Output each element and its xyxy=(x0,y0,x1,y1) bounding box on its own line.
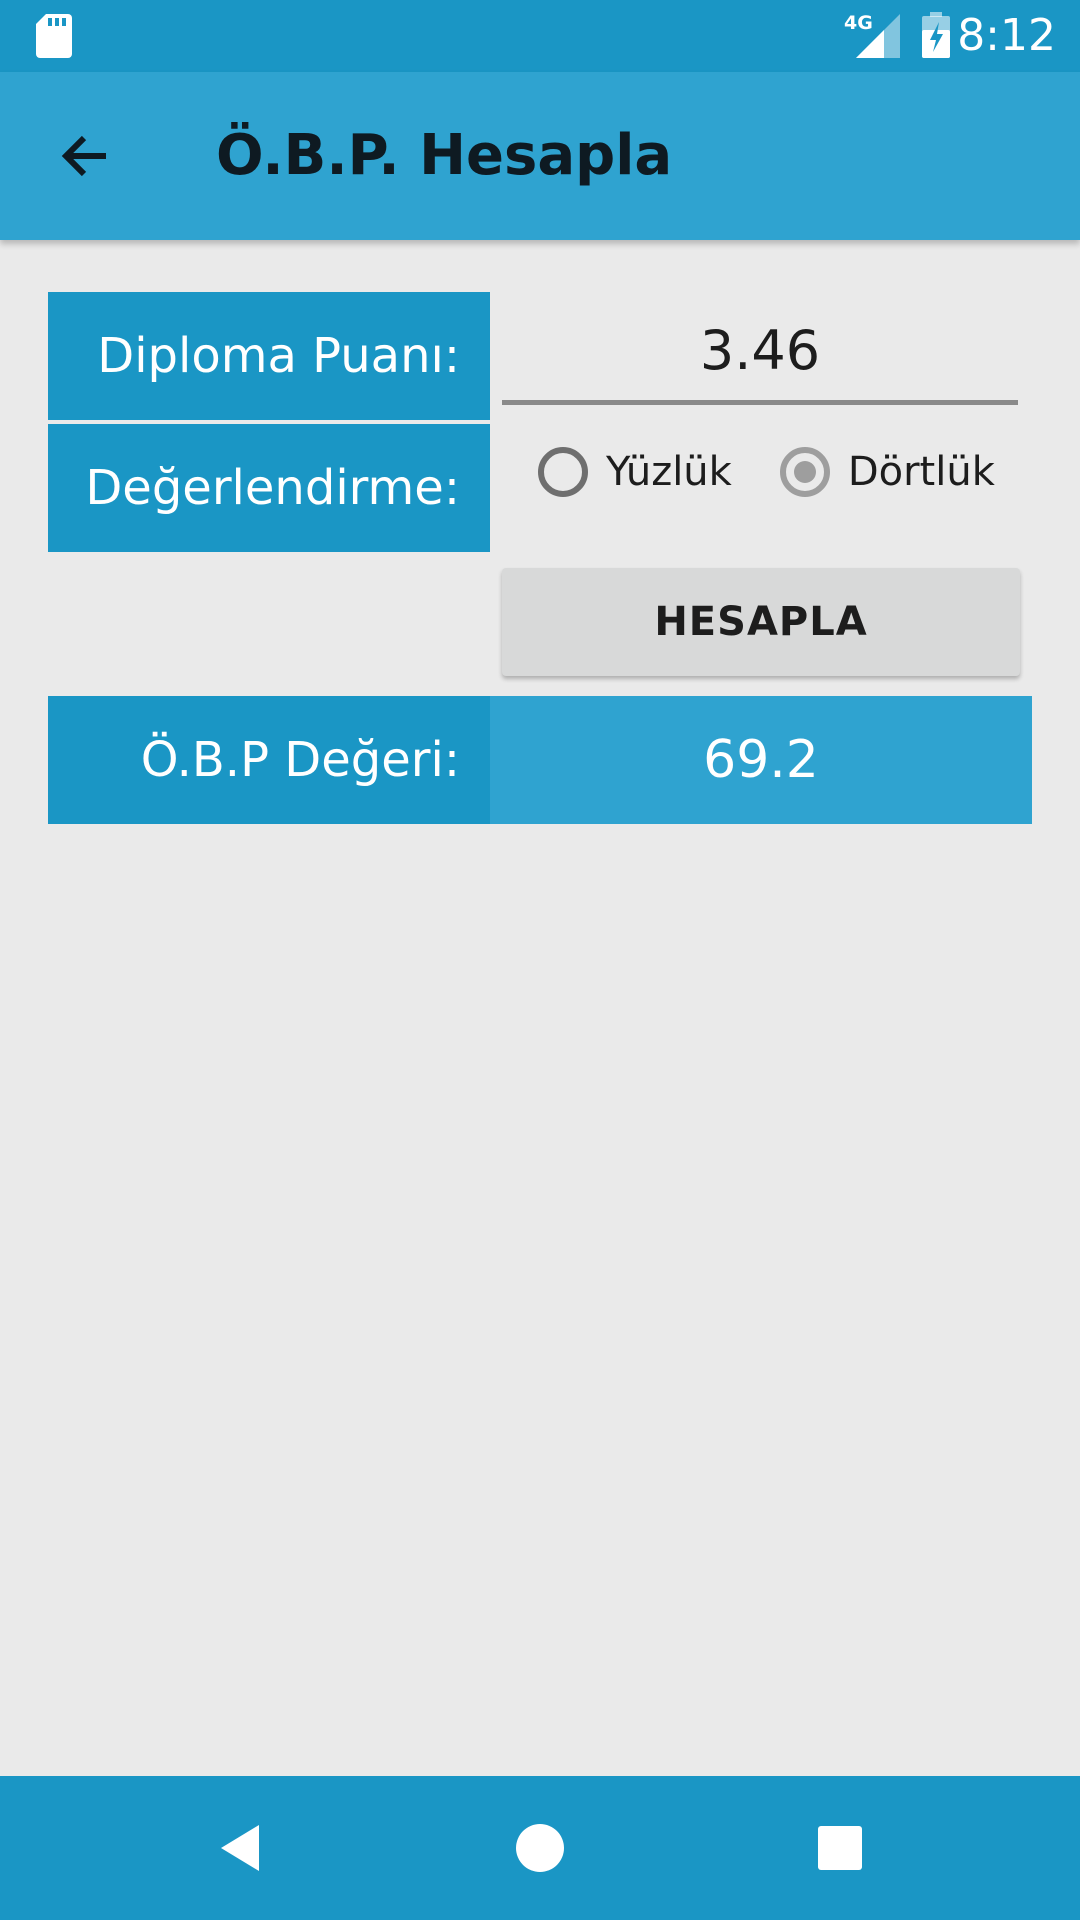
radio-unchecked-icon[interactable] xyxy=(538,447,588,497)
status-bar: 4G 8:12 xyxy=(0,0,1080,72)
result-label: Ö.B.P Değeri: xyxy=(48,696,490,824)
sd-card-icon xyxy=(36,14,72,58)
nav-back-icon xyxy=(221,1825,259,1871)
radio-option-yuzluk[interactable]: Yüzlük xyxy=(538,447,732,497)
radio-option-dortluk[interactable]: Dörtlük xyxy=(779,447,995,497)
diploma-score-input[interactable] xyxy=(502,300,1018,405)
diploma-label: Diploma Puanı: xyxy=(48,292,490,420)
radio-label-yuzluk: Yüzlük xyxy=(606,449,732,495)
nav-back-button[interactable] xyxy=(190,1798,290,1898)
nav-recents-button[interactable] xyxy=(790,1798,890,1898)
page-title: Ö.B.P. Hesapla xyxy=(216,123,673,188)
nav-recents-icon xyxy=(818,1826,862,1870)
arrow-back-icon xyxy=(61,135,106,177)
result-value: 69.2 xyxy=(490,696,1032,824)
battery-charging-icon xyxy=(922,12,950,58)
navigation-bar xyxy=(0,1776,1080,1920)
signal-icon xyxy=(856,14,900,58)
evaluation-radio-group: Yüzlük Dörtlük xyxy=(538,440,1043,504)
evaluation-label: Değerlendirme: xyxy=(48,424,490,552)
back-button[interactable] xyxy=(44,116,124,196)
radio-checked-icon[interactable] xyxy=(779,447,830,497)
status-time: 8:12 xyxy=(957,10,1056,61)
radio-label-dortluk: Dörtlük xyxy=(847,449,995,495)
nav-home-icon xyxy=(516,1824,564,1872)
app-bar: Ö.B.P. Hesapla xyxy=(0,72,1080,240)
nav-home-button[interactable] xyxy=(490,1798,590,1898)
calculate-button[interactable]: HESAPLA xyxy=(502,568,1020,676)
